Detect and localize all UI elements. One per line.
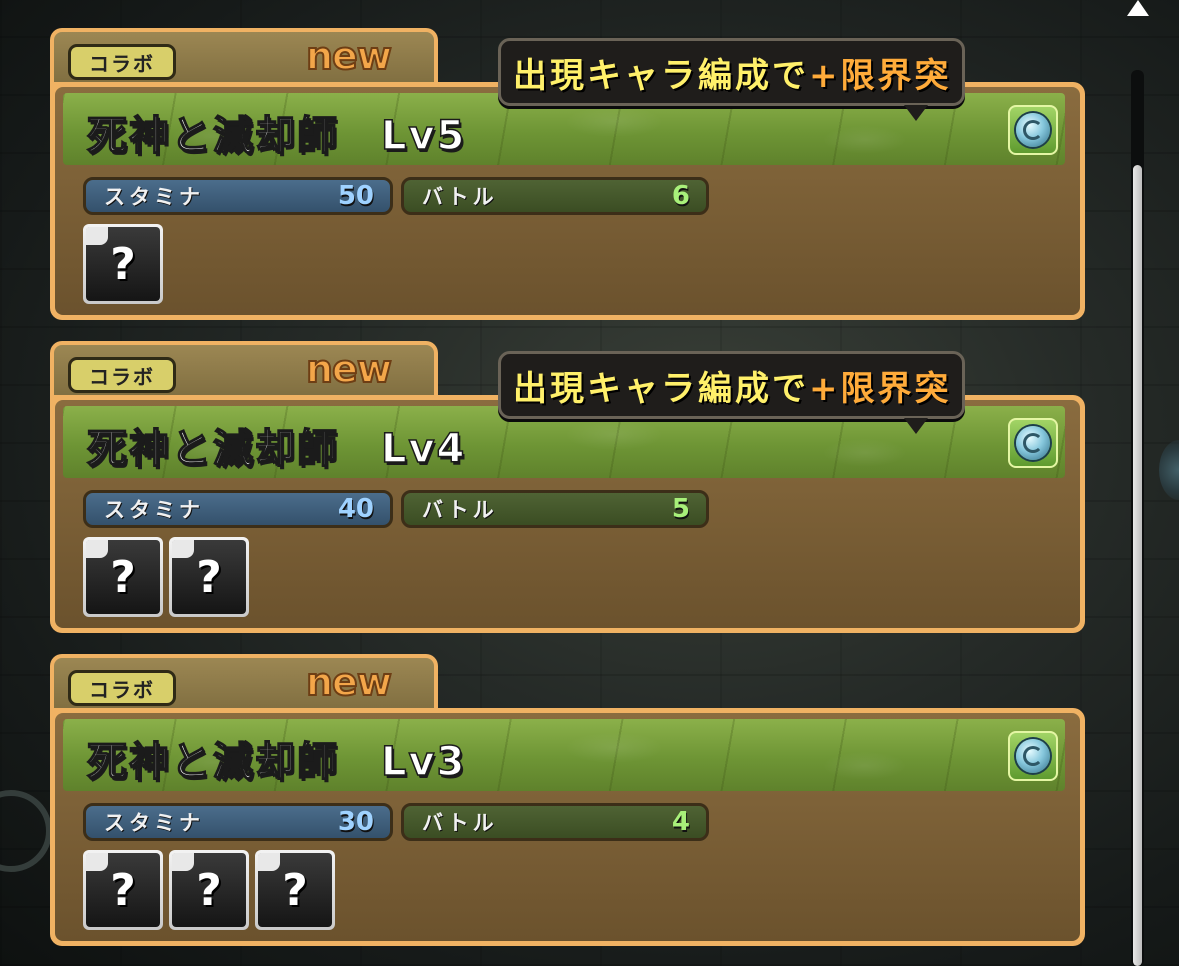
unknown-drop-icon: ? bbox=[83, 224, 163, 304]
stamina-value: 40 bbox=[337, 494, 374, 524]
unknown-drop-icon: ? bbox=[169, 537, 249, 617]
tooltip-text: 出現キャラ編成で bbox=[513, 55, 809, 96]
stamina-bar: スタミナ 30 bbox=[83, 803, 393, 841]
new-badge: new bbox=[305, 33, 393, 79]
quest-card[interactable]: コラボ new 死神と滅却師 Lv3 スタミナ 30 バトル 4 ? ? ? bbox=[50, 654, 1085, 946]
quest-card[interactable]: コラボ new 死神と滅却師 Lv5 スタミナ 50 バトル 6 ? 出現キャラ… bbox=[50, 28, 1085, 320]
stamina-label: スタミナ bbox=[104, 185, 204, 209]
bonus-tooltip: 出現キャラ編成で +限界突 bbox=[498, 351, 965, 434]
quest-title: 死神と滅却師 Lv5 bbox=[86, 112, 467, 160]
unknown-drop-icon: ? bbox=[169, 850, 249, 930]
battle-bar: バトル 6 bbox=[401, 177, 709, 215]
drop-list: ? ? ? bbox=[83, 850, 335, 930]
drop-list: ? bbox=[83, 224, 163, 304]
stamina-bar: スタミナ 50 bbox=[83, 177, 393, 215]
drop-list: ? ? bbox=[83, 537, 249, 617]
unknown-drop-icon: ? bbox=[83, 850, 163, 930]
unknown-drop-icon: ? bbox=[255, 850, 335, 930]
new-badge: new bbox=[305, 346, 393, 392]
stamina-value: 50 bbox=[337, 181, 374, 211]
new-badge: new bbox=[305, 659, 393, 705]
quest-card-panel: 死神と滅却師 Lv3 スタミナ 30 バトル 4 ? ? ? bbox=[50, 708, 1085, 946]
collab-badge: コラボ bbox=[68, 670, 176, 706]
battle-bar: バトル 5 bbox=[401, 490, 709, 528]
quest-card-panel: 死神と滅却師 Lv5 スタミナ 50 バトル 6 ? bbox=[50, 82, 1085, 320]
stamina-bar: スタミナ 40 bbox=[83, 490, 393, 528]
stamina-label: スタミナ bbox=[104, 811, 204, 835]
quest-title: 死神と滅却師 Lv3 bbox=[86, 738, 467, 786]
stamina-label: スタミナ bbox=[104, 498, 204, 522]
scrollbar-thumb[interactable] bbox=[1133, 165, 1142, 966]
attribute-icon bbox=[1008, 731, 1058, 781]
battle-value: 6 bbox=[671, 181, 690, 211]
battle-bar: バトル 4 bbox=[401, 803, 709, 841]
scroll-up-icon[interactable] bbox=[1127, 0, 1149, 16]
battle-label: バトル bbox=[422, 498, 498, 522]
collab-badge: コラボ bbox=[68, 357, 176, 393]
battle-label: バトル bbox=[422, 185, 498, 209]
title-band: 死神と滅却師 Lv3 bbox=[63, 719, 1065, 791]
tooltip-text: 出現キャラ編成で bbox=[513, 368, 809, 409]
quest-title: 死神と滅却師 Lv4 bbox=[86, 425, 467, 473]
attribute-icon bbox=[1008, 105, 1058, 155]
unknown-drop-icon: ? bbox=[83, 537, 163, 617]
battle-value: 4 bbox=[671, 807, 690, 837]
tooltip-highlight: +限界突 bbox=[809, 368, 952, 409]
collab-badge: コラボ bbox=[68, 44, 176, 80]
battle-value: 5 bbox=[671, 494, 690, 524]
quest-card-panel: 死神と滅却師 Lv4 スタミナ 40 バトル 5 ? ? bbox=[50, 395, 1085, 633]
battle-label: バトル bbox=[422, 811, 498, 835]
bonus-tooltip: 出現キャラ編成で +限界突 bbox=[498, 38, 965, 121]
stamina-value: 30 bbox=[337, 807, 374, 837]
tooltip-highlight: +限界突 bbox=[809, 55, 952, 96]
quest-card[interactable]: コラボ new 死神と滅却師 Lv4 スタミナ 40 バトル 5 ? ? 出現キ… bbox=[50, 341, 1085, 633]
attribute-icon bbox=[1008, 418, 1058, 468]
